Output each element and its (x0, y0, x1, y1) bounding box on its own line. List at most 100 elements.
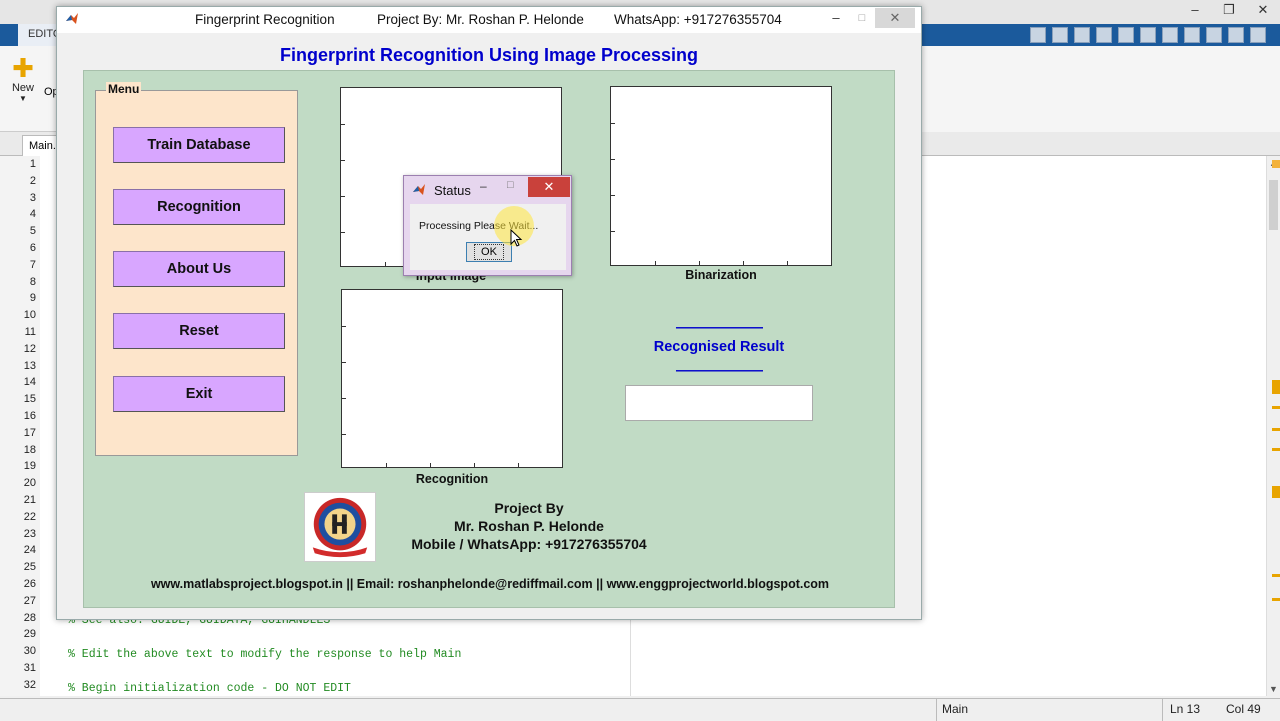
dialog-close-button[interactable]: ✕ (528, 177, 570, 197)
line-number: 17 (23, 426, 36, 439)
fingerprint-gui-window: Fingerprint Recognition Project By: Mr. … (56, 6, 922, 620)
new-label: New (11, 82, 34, 94)
line-number: 23 (23, 527, 36, 540)
dialog-body: Processing Please Wait... OK (410, 204, 566, 270)
mouse-cursor-icon (510, 229, 523, 247)
restore-icon[interactable]: ❐ (1212, 0, 1246, 22)
warning-mark[interactable] (1272, 428, 1280, 431)
toolbar-icon[interactable] (1030, 27, 1046, 43)
line-number: 13 (23, 359, 36, 372)
warning-mark[interactable] (1272, 448, 1280, 451)
line-number: 7 (29, 258, 36, 271)
line-number: 21 (23, 494, 36, 506)
chevron-down-icon[interactable] (1250, 27, 1266, 43)
main-panel: Menu Train Database Recognition About Us… (83, 70, 895, 608)
menu-title: Menu (106, 82, 142, 96)
close-icon[interactable]: ✕ (1246, 0, 1280, 22)
credits-line: Mr. Roshan P. Helonde (454, 518, 604, 534)
line-number: 25 (23, 561, 36, 574)
line-number: 14 (23, 376, 36, 389)
switch-windows-icon[interactable] (1184, 27, 1200, 43)
author-logo (304, 492, 376, 562)
warning-mark[interactable] (1272, 486, 1280, 498)
line-number: 20 (23, 477, 36, 490)
line-number: 4 (29, 208, 36, 221)
warning-mark[interactable] (1272, 406, 1280, 409)
line-number: 27 (23, 594, 36, 607)
help-icon[interactable] (1228, 27, 1244, 43)
code-line: % Edit the above text to modify the resp… (68, 648, 462, 661)
matlab-window-controls: – ❐ ✕ (1178, 0, 1280, 22)
recognition-axes (341, 289, 563, 468)
warning-mark[interactable] (1272, 598, 1280, 601)
window-whatsapp: WhatsApp: +917276355704 (614, 12, 782, 27)
line-number: 9 (29, 292, 36, 305)
line-number: 11 (24, 326, 36, 338)
line-number: 12 (23, 342, 36, 355)
close-button[interactable]: ✕ (875, 8, 915, 28)
reset-button[interactable]: Reset (113, 313, 285, 349)
credits-line: Mobile / WhatsApp: +917276355704 (411, 536, 647, 552)
save-icon[interactable] (1052, 27, 1068, 43)
undo-icon[interactable] (1140, 27, 1156, 43)
binarization-axes (610, 86, 832, 266)
recognition-label: Recognition (415, 472, 489, 486)
line-number: 28 (23, 611, 36, 624)
chevron-down-icon: ▼ (19, 94, 27, 103)
ok-button[interactable]: OK (466, 242, 512, 262)
line-number: 8 (29, 275, 36, 288)
line-number: 30 (23, 645, 36, 658)
recognition-button[interactable]: Recognition (113, 189, 285, 225)
status-dialog: Status – □ ✕ Processing Please Wait... O… (403, 175, 572, 276)
exit-button[interactable]: Exit (113, 376, 285, 412)
line-number: 18 (23, 443, 36, 456)
right-margin-line (630, 612, 631, 696)
about-us-button[interactable]: About Us (113, 251, 285, 287)
cut-icon[interactable] (1074, 27, 1090, 43)
result-divider-bottom: ----------------------------- (675, 363, 764, 377)
line-number: 19 (23, 460, 36, 473)
line-number: 24 (23, 544, 36, 557)
line-number: 5 (29, 225, 36, 238)
status-column: Col 49 (1226, 702, 1261, 716)
search-icon[interactable] (1206, 27, 1222, 43)
credits: Project By Mr. Roshan P. Helonde Mobile … (384, 499, 674, 553)
minimize-icon[interactable]: – (1178, 0, 1212, 22)
warning-mark[interactable] (1272, 380, 1280, 394)
line-number: 31 (23, 662, 36, 674)
line-number: 32 (23, 678, 36, 691)
window-project: Project By: Mr. Roshan P. Helonde (377, 12, 584, 27)
train-database-button[interactable]: Train Database (113, 127, 285, 163)
credits-line: Project By (494, 500, 564, 516)
status-bar: Main Ln 13 Col 49 (0, 698, 1280, 721)
line-number: 2 (29, 174, 36, 187)
line-number: 10 (23, 309, 36, 322)
line-number: 26 (23, 578, 36, 590)
ok-label: OK (474, 244, 504, 260)
status-function: Main (942, 702, 969, 716)
line-number: 29 (23, 628, 36, 641)
matlab-icon (413, 184, 425, 195)
recognised-result-field[interactable] (625, 385, 813, 421)
dialog-title: Status (434, 183, 471, 198)
window-title-bar[interactable]: Fingerprint Recognition Project By: Mr. … (57, 7, 921, 33)
page-title: Fingerprint Recognition Using Image Proc… (279, 45, 699, 65)
line-number: 22 (23, 510, 36, 523)
maximize-button[interactable]: □ (847, 8, 877, 28)
line-number: 15 (23, 393, 36, 406)
footer-links: www.matlabsproject.blogspot.in || Email:… (150, 577, 830, 591)
dialog-title-bar[interactable]: Status – □ ✕ (404, 176, 571, 202)
message-indicator-icon[interactable] (1272, 160, 1280, 168)
paste-icon[interactable] (1118, 27, 1134, 43)
copy-icon[interactable] (1096, 27, 1112, 43)
window-title: Fingerprint Recognition (195, 12, 335, 27)
dialog-minimize-button[interactable]: – (480, 179, 487, 193)
redo-icon[interactable] (1162, 27, 1178, 43)
new-button[interactable]: ✚ New ▼ (8, 54, 38, 103)
plus-icon: ✚ (12, 53, 34, 83)
line-number: 1 (29, 158, 36, 170)
dialog-maximize-button[interactable]: □ (507, 179, 514, 191)
line-number: 6 (29, 242, 36, 254)
warning-mark[interactable] (1272, 574, 1280, 577)
menu-panel: Menu Train Database Recognition About Us… (95, 82, 298, 456)
